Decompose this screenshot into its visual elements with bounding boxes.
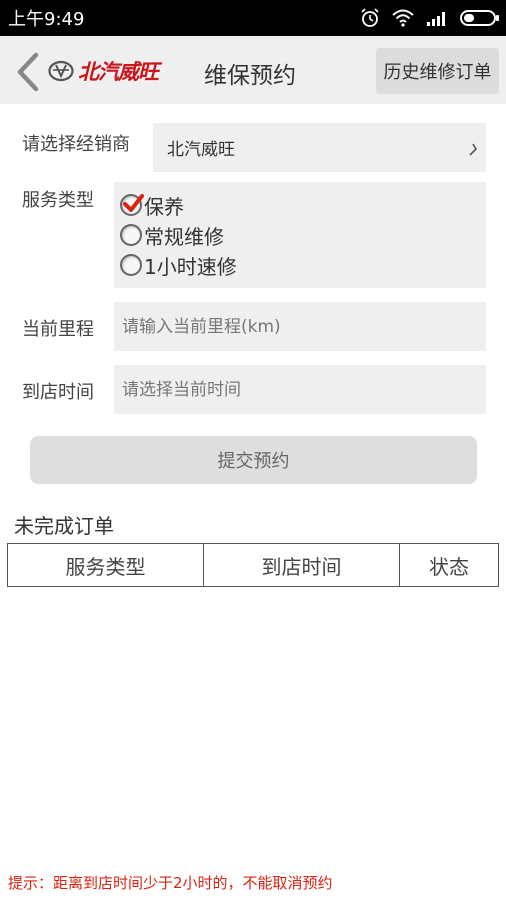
chevron-right-icon <box>469 143 478 156</box>
dealer-select[interactable]: 北汽威旺 <box>153 123 486 172</box>
service-option-label: 1小时速修 <box>144 254 237 279</box>
brand-logo: 北汽威旺 <box>48 58 159 84</box>
radio-unchecked-icon <box>120 224 142 246</box>
dealer-label: 请选择经销商 <box>22 134 130 155</box>
brand-logo-text: 北汽威旺 <box>78 60 159 84</box>
mileage-input[interactable] <box>114 302 486 351</box>
orders-table: 服务类型 到店时间 状态 <box>7 543 499 587</box>
status-icons <box>360 8 499 28</box>
service-option-label: 保养 <box>144 194 184 219</box>
arrival-time-input[interactable] <box>114 365 486 414</box>
app-header: 北汽威旺 维保预约 历史维修订单 <box>0 36 506 104</box>
service-type-label: 服务类型 <box>22 190 94 211</box>
service-type-group: 保养 常规维修 1小时速修 <box>114 182 486 288</box>
table-header-row: 服务类型 到店时间 状态 <box>7 543 499 587</box>
status-bar: 上午9:49 <box>0 0 506 36</box>
brand-mark-icon <box>48 60 74 82</box>
service-option-quick-repair[interactable]: 1小时速修 <box>120 250 237 280</box>
service-option-label: 常规维修 <box>144 224 224 249</box>
column-arrival-time: 到店时间 <box>203 543 400 587</box>
dealer-value: 北汽威旺 <box>167 140 235 160</box>
mileage-label: 当前里程 <box>22 319 94 340</box>
history-orders-button[interactable]: 历史维修订单 <box>376 48 499 94</box>
radio-unchecked-icon <box>120 254 142 276</box>
battery-icon <box>460 10 499 26</box>
radio-checked-icon <box>120 194 144 216</box>
unfinished-orders-title: 未完成订单 <box>14 514 114 538</box>
column-status: 状态 <box>399 543 499 587</box>
page-title: 维保预约 <box>204 63 296 89</box>
submit-booking-button[interactable]: 提交预约 <box>30 436 477 484</box>
back-arrow-icon[interactable] <box>14 52 40 92</box>
service-option-maintenance[interactable]: 保养 <box>120 190 184 220</box>
service-option-repair[interactable]: 常规维修 <box>120 220 224 250</box>
arrival-time-label: 到店时间 <box>22 382 94 403</box>
alarm-icon <box>361 8 379 27</box>
cancel-tip: 提示：距离到店时间少于2小时的，不能取消预约 <box>8 874 333 892</box>
column-service-type: 服务类型 <box>7 543 204 587</box>
signal-icon <box>427 12 445 26</box>
wifi-icon <box>392 9 414 27</box>
status-time: 上午9:49 <box>8 9 85 30</box>
